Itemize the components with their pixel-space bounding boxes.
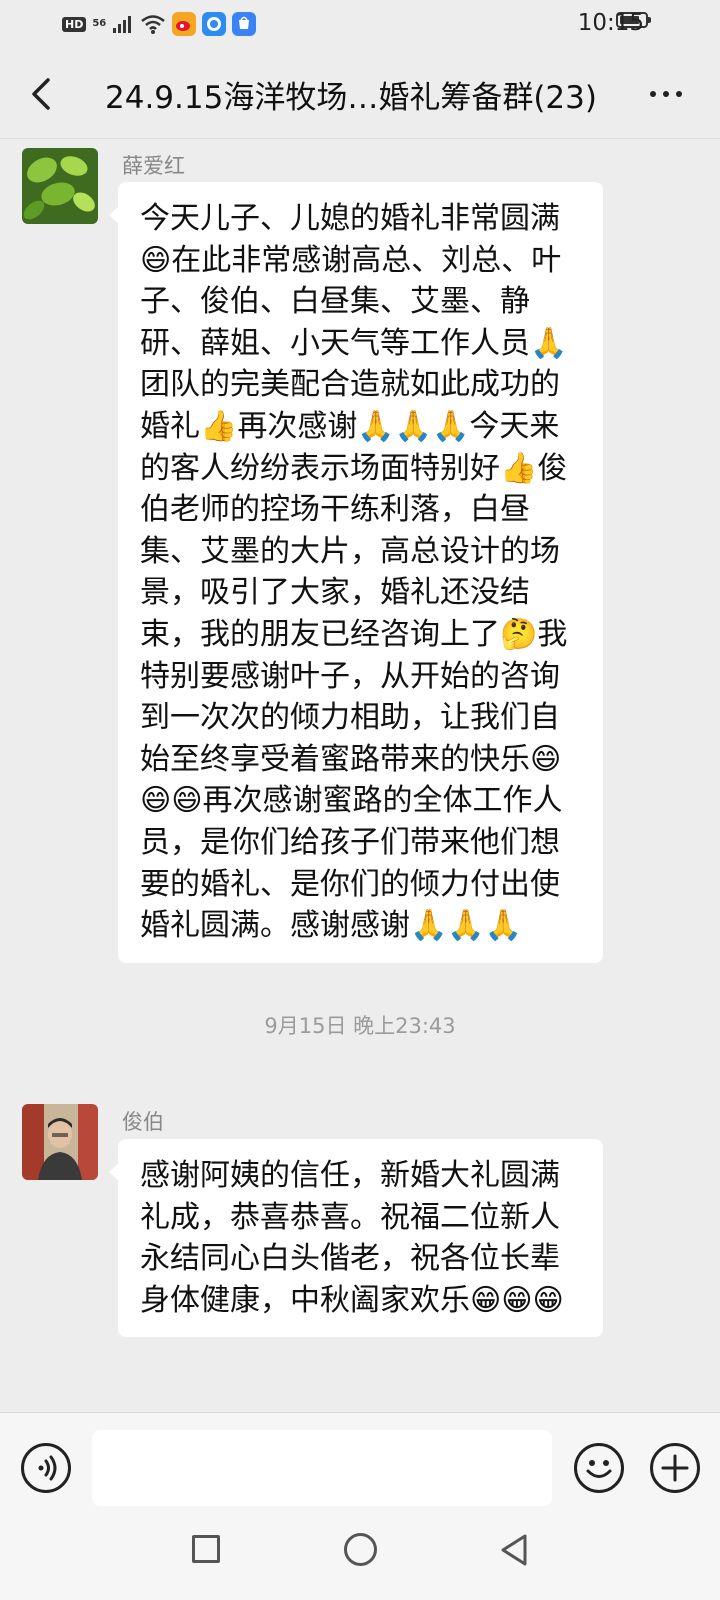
home-button[interactable]	[344, 1533, 377, 1566]
back-chevron-icon	[32, 78, 50, 110]
voice-icon	[38, 1455, 57, 1481]
status-bar: HD 56 10:15	[0, 0, 720, 48]
avatar[interactable]	[22, 1104, 98, 1180]
plus-icon	[661, 1454, 689, 1482]
signal-icon	[113, 16, 132, 33]
wifi-icon	[141, 15, 166, 34]
voice-button[interactable]	[21, 1443, 71, 1493]
timestamp: 9月15日 晚上23:43	[264, 1014, 456, 1038]
status-left: HD 56	[62, 10, 257, 38]
network-type: 56	[92, 18, 107, 29]
chat-header: 24.9.15海洋牧场…婚礼筹备群(23)	[0, 48, 720, 139]
emoji-button[interactable]	[574, 1443, 624, 1493]
more-button[interactable]	[650, 84, 690, 104]
clock: 10:15	[577, 10, 644, 36]
store-app-icon	[232, 12, 257, 36]
input-bar	[0, 1412, 720, 1523]
hd-badge: HD	[62, 16, 87, 32]
sender-name: 薛爱红	[122, 154, 185, 178]
plus-button[interactable]	[650, 1443, 700, 1493]
browser-app-icon	[202, 12, 227, 36]
weibo-app-icon	[172, 12, 197, 36]
message-bubble[interactable]: 今天儿子、儿媳的婚礼非常圆满😄在此非常感谢高总、刘总、叶子、俊伯、白昼集、艾墨、…	[109, 182, 603, 963]
system-nav-bar	[0, 1522, 720, 1600]
system-back-button[interactable]	[496, 1532, 532, 1568]
chat-screen: HD 56 10:15 24.9.15海洋牧场…婚礼筹备群(23) 薛爱红 今天…	[0, 0, 720, 1600]
more-dots-icon	[650, 91, 656, 97]
sender-name: 俊伯	[122, 1110, 164, 1134]
message-bubble[interactable]: 感谢阿姨的信任，新婚大礼圆满礼成，恭喜恭喜。祝福二位新人永结同心白头偕老，祝各位…	[109, 1139, 603, 1338]
back-button[interactable]	[22, 74, 62, 114]
chat-title: 24.9.15海洋牧场…婚礼筹备群(23)	[105, 80, 597, 116]
avatar[interactable]	[22, 148, 98, 224]
recent-apps-button[interactable]	[192, 1535, 220, 1563]
triangle-back-icon	[501, 1534, 527, 1566]
message-input[interactable]	[92, 1430, 552, 1506]
emoji-icon	[586, 1460, 612, 1478]
